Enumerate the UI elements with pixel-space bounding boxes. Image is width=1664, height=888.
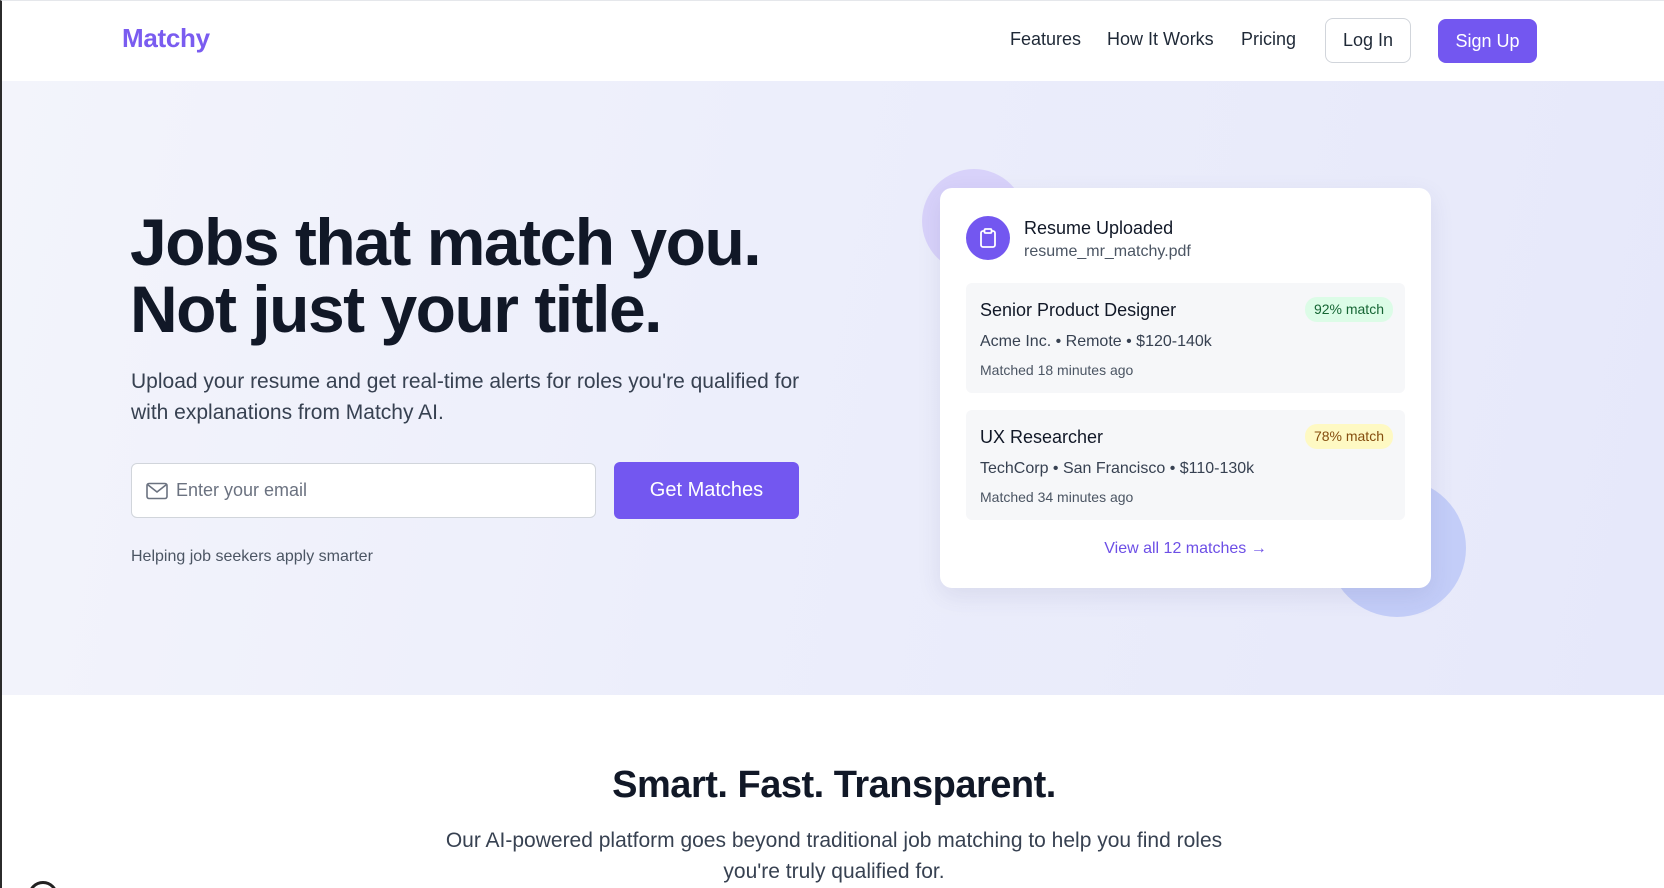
- card-title: Resume Uploaded: [1024, 218, 1174, 238]
- nav-link-features[interactable]: Features: [1010, 29, 1081, 50]
- match-badge: 92% match: [1304, 297, 1393, 322]
- clipboard-icon: [966, 216, 1010, 260]
- view-all-matches-link[interactable]: View all 12 matches →: [940, 540, 1431, 558]
- match-preview-card: Resume Uploaded resume_mr_matchy.pdf Sen…: [940, 188, 1431, 588]
- job-company: TechCorp: [980, 460, 1049, 477]
- job-title: UX Researcher: [980, 427, 1104, 447]
- resume-filename: resume_mr_matchy.pdf: [1024, 243, 1191, 260]
- job-location: San Francisco: [1062, 460, 1166, 477]
- match-badge: 78% match: [1304, 424, 1393, 449]
- logo[interactable]: Matchy: [122, 23, 210, 54]
- job-title: Senior Product Designer: [980, 300, 1177, 320]
- hero-title-line-1: Jobs that match you.: [130, 205, 762, 279]
- top-nav: Matchy Features How It Works Pricing Log…: [2, 1, 1664, 81]
- job-salary: $110-130k: [1179, 460, 1255, 477]
- hero-title-line-2: Not just your title.: [130, 272, 663, 346]
- job-match-item[interactable]: Senior Product Designer 92% match Acme I…: [966, 283, 1405, 393]
- helper-text: Helping job seekers apply smarter: [131, 548, 373, 565]
- signup-button[interactable]: Sign Up: [1438, 19, 1537, 63]
- get-matches-button[interactable]: Get Matches: [614, 462, 799, 519]
- nav-link-pricing[interactable]: Pricing: [1241, 29, 1296, 50]
- job-company: Acme Inc.: [980, 333, 1052, 350]
- job-meta: TechCorp • San Francisco • $110-130k: [980, 460, 1255, 477]
- features-subtitle: Our AI-powered platform goes beyond trad…: [445, 829, 1223, 883]
- job-matched-time: Matched 18 minutes ago: [980, 362, 1134, 378]
- chat-widget-icon[interactable]: [28, 881, 58, 888]
- hero-subtitle: Upload your resume and get real-time ale…: [131, 370, 800, 424]
- nav-link-how-it-works[interactable]: How It Works: [1107, 29, 1214, 50]
- job-meta: Acme Inc. • Remote • $120-140k: [980, 333, 1212, 350]
- email-input[interactable]: [176, 464, 586, 517]
- job-matched-time: Matched 34 minutes ago: [980, 489, 1134, 505]
- job-salary: $120-140k: [1136, 333, 1212, 350]
- login-button[interactable]: Log In: [1325, 18, 1411, 63]
- job-location: Remote: [1065, 333, 1122, 350]
- page: Matchy Features How It Works Pricing Log…: [0, 0, 1664, 888]
- hero-title: Jobs that match you. Not just your title…: [130, 205, 762, 346]
- mail-icon: [146, 482, 168, 500]
- hero-section: Jobs that match you. Not just your title…: [2, 81, 1664, 695]
- email-field-wrapper: [131, 463, 596, 518]
- features-title: Smart. Fast. Transparent.: [612, 764, 1056, 806]
- job-match-item[interactable]: UX Researcher 78% match TechCorp • San F…: [966, 410, 1405, 520]
